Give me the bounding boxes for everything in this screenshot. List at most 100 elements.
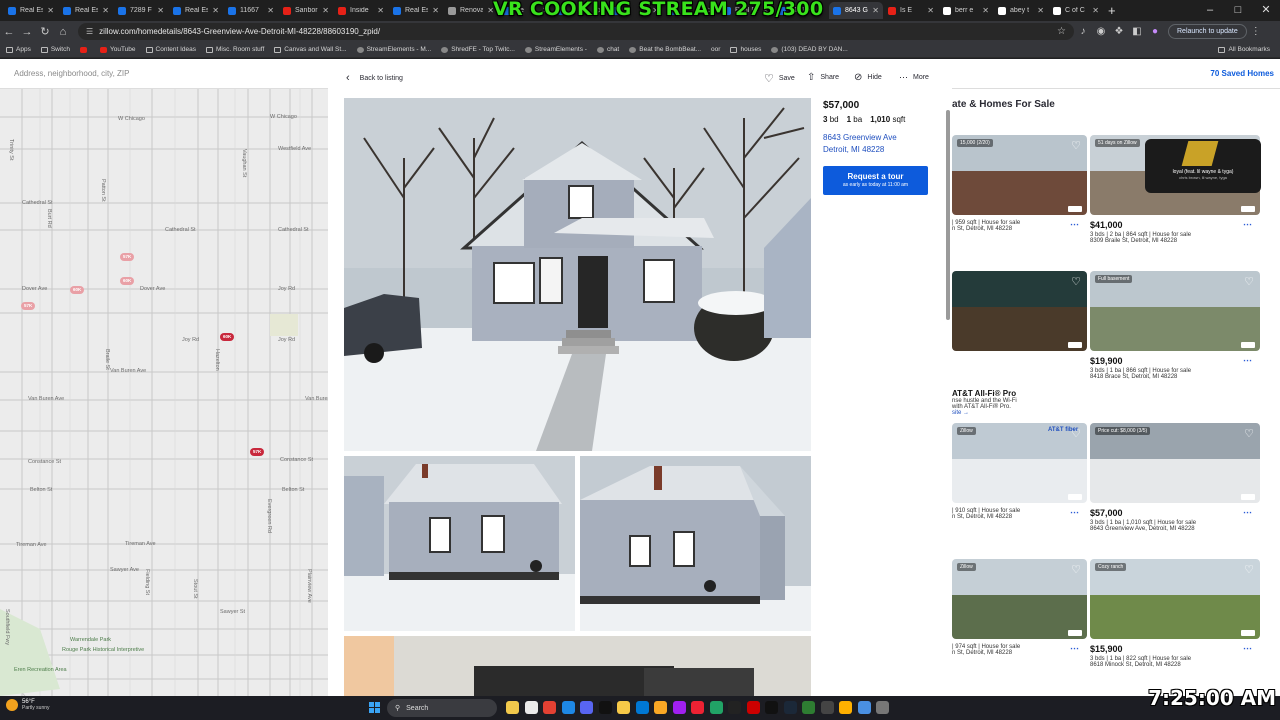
saved-homes-link[interactable]: 70 Saved Homes: [1210, 69, 1274, 78]
close-tab-icon[interactable]: ✕: [47, 6, 54, 15]
menu-dots-icon[interactable]: ⋮: [1247, 26, 1265, 37]
browser-tab[interactable]: 8643 G ✕: [829, 2, 883, 19]
maximize-icon[interactable]: □: [1224, 0, 1252, 21]
taskbar-app-icon[interactable]: [635, 701, 649, 714]
back-to-listing-button[interactable]: ‹ Back to listing: [346, 72, 403, 84]
bookmark-star-icon[interactable]: ☆: [1057, 26, 1066, 37]
close-tab-icon[interactable]: ✕: [267, 6, 274, 15]
more-button[interactable]: ⋯ More: [899, 72, 929, 83]
taskbar-app-icon[interactable]: [765, 701, 778, 714]
close-tab-icon[interactable]: ✕: [377, 6, 384, 15]
hide-button[interactable]: ⊘ Hide: [854, 72, 882, 83]
bookmark-item[interactable]: Switch: [40, 46, 70, 53]
listing-main-photo[interactable]: [344, 98, 811, 451]
listing-card-photo[interactable]: Zillow ♡: [952, 423, 1087, 503]
taskbar-app-icon[interactable]: [876, 701, 889, 714]
taskbar-app-icon[interactable]: [802, 701, 815, 714]
bookmark-item[interactable]: chat: [596, 46, 619, 53]
card-more-icon[interactable]: ⋯: [1070, 219, 1079, 230]
all-bookmarks-button[interactable]: All Bookmarks: [1218, 46, 1270, 53]
taskbar-app-icon[interactable]: [654, 701, 667, 714]
bookmark-item[interactable]: Content Ideas: [145, 46, 196, 53]
browser-tab[interactable]: Renova ✕: [444, 2, 498, 19]
listing-card-photo[interactable]: ♡: [952, 271, 1087, 351]
taskbar-app-icon[interactable]: [506, 701, 519, 714]
taskbar-search[interactable]: ⚲ Search: [387, 699, 497, 717]
favorite-heart-icon[interactable]: ♡: [1244, 275, 1254, 288]
favorite-heart-icon[interactable]: ♡: [1071, 139, 1081, 152]
search-input[interactable]: Address, neighborhood, city, ZIP: [14, 69, 129, 78]
browser-tab[interactable]: Real Est✕: [389, 2, 443, 19]
close-tab-icon[interactable]: ✕: [927, 6, 934, 15]
bookmark-item[interactable]: YouTube: [99, 46, 136, 53]
forward-arrow-icon[interactable]: →: [18, 26, 36, 38]
close-tab-icon[interactable]: ✕: [157, 6, 164, 15]
taskbar-app-icon[interactable]: [672, 701, 686, 714]
new-tab-button[interactable]: +: [1108, 3, 1116, 18]
bookmark-item[interactable]: StreamElements -: [524, 46, 587, 53]
browser-tab[interactable]: 7289 F ✕: [114, 2, 168, 19]
bookmark-item[interactable]: Canvas and Wall St...: [274, 46, 347, 53]
listing-card-photo[interactable]: 15,000 (2/20) ♡: [952, 135, 1087, 215]
close-tab-icon[interactable]: ✕: [1037, 6, 1044, 15]
close-tab-icon[interactable]: ✕: [982, 6, 989, 15]
taskbar-app-icon[interactable]: [839, 701, 852, 714]
taskbar-app-icon[interactable]: [580, 701, 593, 714]
listing-card[interactable]: Full basement ♡ $19,900 ⋯ 3 bds | 1 ba | 866…: [1090, 271, 1260, 380]
favorite-heart-icon[interactable]: ♡: [1071, 275, 1081, 288]
map-price-pin[interactable]: 57K: [120, 253, 135, 261]
listing-card[interactable]: Price cut: $8,000 (3/5) ♡ $57,000 ⋯ 3 bds | …: [1090, 423, 1260, 532]
listing-photo-2[interactable]: [344, 456, 575, 631]
listing-card-photo[interactable]: Cozy ranch ♡: [1090, 559, 1260, 639]
map-price-pin[interactable]: 57K: [21, 302, 36, 310]
bookmark-item[interactable]: Misc. Room stuff: [206, 46, 264, 53]
browser-tab[interactable]: Is E ✕: [884, 2, 938, 19]
sidebar-icon[interactable]: ◧: [1128, 26, 1146, 37]
taskbar-app-icon[interactable]: [598, 701, 612, 714]
taskbar-app-icon[interactable]: [857, 701, 871, 714]
reload-icon[interactable]: ↻: [36, 25, 54, 38]
map[interactable]: W Chicago W Chicago Westfield Ave Cathedral…: [0, 89, 341, 696]
windows-start-icon[interactable]: [369, 702, 380, 713]
taskbar-app-icon[interactable]: [709, 701, 723, 714]
close-tab-icon[interactable]: ✕: [872, 6, 879, 15]
taskbar-app-icon[interactable]: [543, 701, 556, 714]
back-arrow-icon[interactable]: ←: [0, 26, 18, 38]
save-button[interactable]: ♡ Save: [764, 72, 795, 85]
close-tab-icon[interactable]: ✕: [1092, 6, 1099, 15]
bookmark-item[interactable]: oor: [711, 46, 720, 53]
browser-tab[interactable]: Real Est✕: [59, 2, 113, 19]
close-tab-icon[interactable]: ✕: [212, 6, 219, 15]
card-more-icon[interactable]: ⋯: [1243, 507, 1252, 518]
browser-tab[interactable]: Inside ✕: [334, 2, 388, 19]
taskbar-app-icon[interactable]: [524, 701, 538, 714]
browser-tab[interactable]: berr e ✕: [939, 2, 993, 19]
card-more-icon[interactable]: ⋯: [1243, 355, 1252, 366]
favorite-heart-icon[interactable]: ♡: [1244, 563, 1254, 576]
bookmark-item[interactable]: ShredFE - Top Twitc...: [441, 46, 515, 53]
address-bar[interactable]: ☰ zillow.com/homedetails/8643-Greenview-…: [78, 23, 1074, 40]
favorite-heart-icon[interactable]: ♡: [1071, 563, 1081, 576]
card-more-icon[interactable]: ⋯: [1243, 643, 1252, 654]
modal-scrollbar[interactable]: [946, 110, 950, 320]
listing-photo-3[interactable]: [580, 456, 811, 631]
close-tab-icon[interactable]: ✕: [322, 6, 329, 15]
site-info-icon[interactable]: ☰: [86, 27, 93, 36]
card-more-icon[interactable]: ⋯: [1243, 219, 1252, 230]
listing-address[interactable]: 8643 Greenview Ave Detroit, MI 48228: [823, 132, 943, 156]
listing-card[interactable]: Cozy ranch ♡ $15,900 ⋯ 3 bds | 1 ba | 822 sq…: [1090, 559, 1260, 668]
profile-avatar-icon[interactable]: ●: [1146, 26, 1164, 37]
taskbar-app-icon[interactable]: [561, 701, 575, 714]
bookmark-item[interactable]: (103) DEAD BY DAN...: [771, 46, 848, 53]
browser-tab[interactable]: Sanbor ✕: [279, 2, 333, 19]
browser-tab[interactable]: Real Est✕: [4, 2, 58, 19]
taskbar-app-icon[interactable]: [746, 701, 760, 714]
home-icon[interactable]: ⌂: [54, 26, 72, 38]
relaunch-button[interactable]: Relaunch to update: [1168, 24, 1247, 39]
close-tab-icon[interactable]: ✕: [102, 6, 109, 15]
music-player-widget[interactable]: loyal (feat. lil wayne & tyga) chris brow…: [1145, 139, 1261, 193]
browser-tab[interactable]: C of C ✕: [1049, 2, 1103, 19]
listing-card-photo[interactable]: Zillow ♡: [952, 559, 1087, 639]
bookmark-item[interactable]: Beat the BombBeat...: [629, 46, 701, 53]
browser-tab[interactable]: 11667 ✕: [224, 2, 278, 19]
